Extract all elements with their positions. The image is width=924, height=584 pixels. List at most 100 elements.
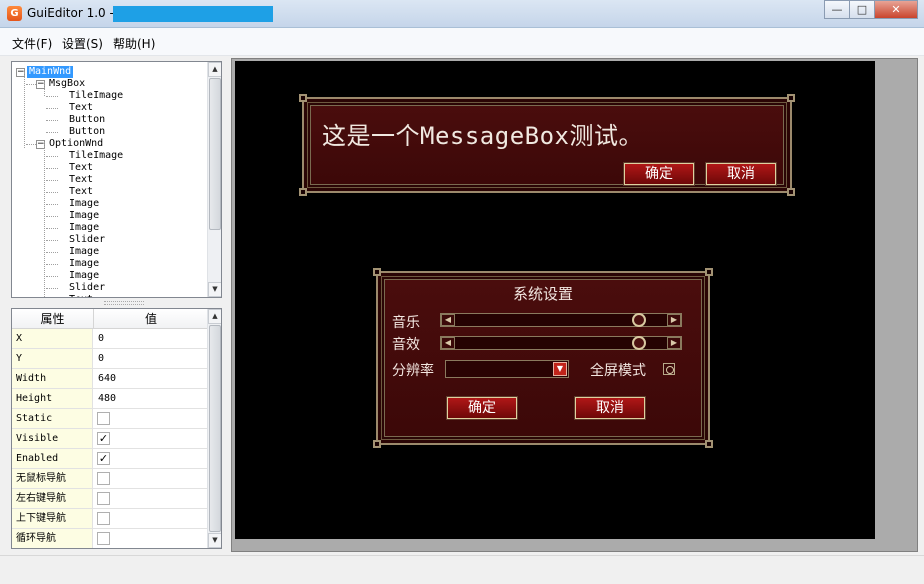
property-checkbox[interactable]	[97, 532, 110, 545]
control-tree[interactable]: − MainWnd − MsgBox TileImage Text Button Button…	[11, 61, 222, 298]
property-name: 无鼠标导航	[12, 469, 93, 488]
tree-connector	[46, 288, 58, 289]
tree-node[interactable]: Image	[67, 198, 101, 210]
option-window[interactable]: 系统设置 音乐 ◀ ▶ 音效 ◀ ▶ 分辨率 ▼ 全屏模式 确定 取消	[373, 268, 713, 448]
tree-node[interactable]: Text	[67, 186, 95, 198]
property-row[interactable]: Width 640	[12, 369, 208, 389]
music-slider-knob[interactable]	[632, 313, 646, 327]
status-bar	[0, 555, 924, 584]
scroll-down-icon[interactable]: ▼	[208, 282, 221, 297]
tree-connector	[46, 96, 58, 97]
sound-slider-knob[interactable]	[632, 336, 646, 350]
resolution-combo[interactable]: ▼	[445, 360, 569, 378]
tree-node[interactable]: Button	[67, 114, 107, 126]
property-value[interactable]: 0	[94, 349, 104, 368]
property-grid[interactable]: 属性 值 X 0 Y 0 Width 640 Height 480 Static Visible ✓…	[11, 308, 222, 549]
scroll-thumb[interactable]	[209, 325, 221, 532]
property-grid-header: 属性 值	[12, 309, 208, 329]
tree-node[interactable]: OptionWnd	[47, 138, 105, 150]
slider-left-arrow-icon[interactable]: ◀	[441, 337, 455, 349]
scroll-up-icon[interactable]: ▲	[208, 62, 221, 77]
close-button[interactable]: ✕	[874, 0, 918, 19]
scroll-up-icon[interactable]: ▲	[208, 309, 221, 324]
tree-node[interactable]: Button	[67, 126, 107, 138]
tree-node[interactable]: Text	[67, 102, 95, 114]
msgbox-cancel-button[interactable]: 取消	[705, 162, 777, 186]
property-name: Y	[12, 349, 93, 368]
property-row[interactable]: X0	[12, 329, 208, 349]
property-checkbox[interactable]	[97, 492, 110, 505]
menu-file[interactable]: 文件(F)	[12, 35, 52, 52]
tree-node[interactable]: Image	[67, 222, 101, 234]
panel-splitter[interactable]	[104, 301, 144, 305]
msgbox-ok-button[interactable]: 确定	[623, 162, 695, 186]
property-name: Static	[12, 409, 93, 428]
option-cancel-button[interactable]: 取消	[574, 396, 646, 420]
menu-settings[interactable]: 设置(S)	[62, 35, 103, 52]
tree-node[interactable]: Image	[67, 270, 101, 282]
tree-node[interactable]: Image	[67, 258, 101, 270]
property-row[interactable]: Visible ✓	[12, 429, 208, 449]
property-row[interactable]: 循环导航	[12, 529, 208, 548]
property-value[interactable]: 480	[94, 389, 116, 408]
property-checkbox[interactable]	[97, 512, 110, 525]
property-name: Width	[12, 369, 93, 388]
scroll-thumb[interactable]	[209, 78, 221, 230]
tree-node[interactable]: TileImage	[67, 150, 125, 162]
tree-node[interactable]: Text	[67, 294, 95, 297]
frame-corner	[787, 94, 795, 102]
property-value[interactable]: 0	[94, 329, 104, 348]
slider-right-arrow-icon[interactable]: ▶	[667, 314, 681, 326]
grid-scrollbar[interactable]: ▲ ▼	[207, 309, 221, 548]
property-row[interactable]: Static	[12, 409, 208, 429]
tree-node[interactable]: Slider	[67, 282, 107, 294]
slider-right-arrow-icon[interactable]: ▶	[667, 337, 681, 349]
tree-connector	[46, 228, 58, 229]
tree-node[interactable]: Image	[67, 246, 101, 258]
frame-corner	[705, 440, 713, 448]
title-highlight-bar	[113, 6, 273, 22]
scroll-down-icon[interactable]: ▼	[208, 533, 221, 548]
menu-help[interactable]: 帮助(H)	[113, 35, 155, 52]
minimize-button[interactable]: —	[824, 0, 850, 19]
music-slider[interactable]: ◀ ▶	[440, 313, 682, 327]
property-row[interactable]: 无鼠标导航	[12, 469, 208, 489]
tree-scrollbar[interactable]: ▲ ▼	[207, 62, 221, 297]
tree-connector	[46, 108, 58, 109]
music-label: 音乐	[392, 315, 420, 331]
tree-connector	[46, 252, 58, 253]
property-checkbox[interactable]	[97, 412, 110, 425]
frame-corner	[373, 268, 381, 276]
sound-slider[interactable]: ◀ ▶	[440, 336, 682, 350]
msgbox-window[interactable]: 这是一个MessageBox测试。 确定 取消	[299, 94, 795, 196]
dropdown-arrow-icon[interactable]: ▼	[553, 362, 567, 376]
tree-node[interactable]: Text	[67, 162, 95, 174]
tree-node[interactable]: MainWnd	[27, 66, 74, 78]
fullscreen-checkbox[interactable]	[663, 363, 675, 375]
property-row[interactable]: Y0	[12, 349, 208, 369]
property-name: Height	[12, 389, 93, 408]
main-window-canvas[interactable]: 这是一个MessageBox测试。 确定 取消 系统设置 音乐 ◀ ▶ 音效 ◀…	[235, 61, 875, 539]
property-row[interactable]: Enabled ✓	[12, 449, 208, 469]
slider-left-arrow-icon[interactable]: ◀	[441, 314, 455, 326]
property-row[interactable]: 上下键导航	[12, 509, 208, 529]
frame-corner	[373, 440, 381, 448]
property-row[interactable]: Height 480	[12, 389, 208, 409]
property-value[interactable]: 640	[94, 369, 116, 388]
option-ok-button[interactable]: 确定	[446, 396, 518, 420]
tree-node[interactable]: TileImage	[67, 90, 125, 102]
maximize-button[interactable]: □	[849, 0, 875, 19]
option-title: 系统设置	[512, 285, 573, 303]
tree-node[interactable]: MsgBox	[47, 78, 87, 90]
property-row[interactable]: 左右键导航	[12, 489, 208, 509]
frame-corner	[787, 188, 795, 196]
property-checkbox[interactable]: ✓	[97, 452, 110, 465]
tree-connector	[46, 216, 58, 217]
property-checkbox[interactable]	[97, 472, 110, 485]
tree-node[interactable]: Slider	[67, 234, 107, 246]
property-checkbox[interactable]: ✓	[97, 432, 110, 445]
tree-connector	[46, 180, 58, 181]
design-area: 这是一个MessageBox测试。 确定 取消 系统设置 音乐 ◀ ▶ 音效 ◀…	[231, 58, 918, 552]
tree-node[interactable]: Text	[67, 174, 95, 186]
tree-node[interactable]: Image	[67, 210, 101, 222]
